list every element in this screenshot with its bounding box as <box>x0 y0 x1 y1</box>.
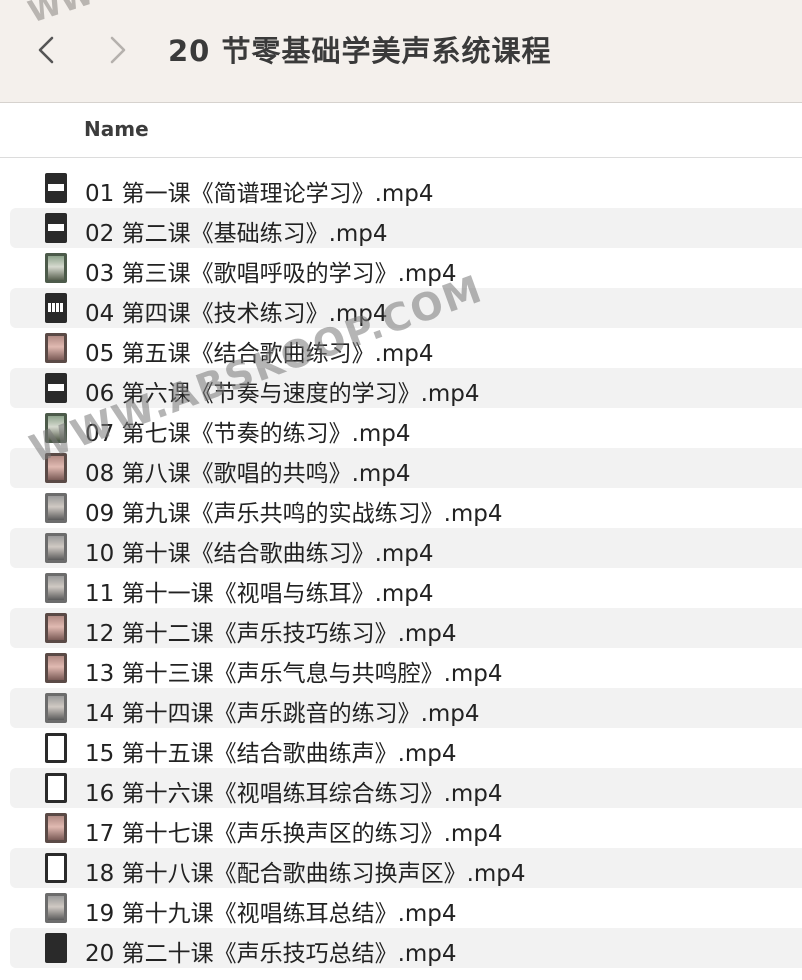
file-row[interactable]: 13 第十三课《声乐气息与共鸣腔》.mp4 <box>0 648 802 688</box>
file-row[interactable]: 17 第十七课《声乐换声区的练习》.mp4 <box>0 808 802 848</box>
video-file-icon <box>45 933 67 963</box>
back-button[interactable] <box>32 30 60 70</box>
chevron-right-icon <box>109 35 127 65</box>
file-row[interactable]: 05 第五课《结合歌曲练习》.mp4 <box>0 328 802 368</box>
video-file-icon <box>45 413 67 443</box>
video-file-icon <box>45 813 67 843</box>
video-file-icon <box>45 533 67 563</box>
file-name: 14 第十四课《声乐跳音的练习》.mp4 <box>85 701 480 727</box>
file-row[interactable]: 04 第四课《技术练习》.mp4 <box>0 288 802 328</box>
video-file-icon <box>45 573 67 603</box>
watermark-top: WW <box>24 0 98 31</box>
video-file-icon <box>45 893 67 923</box>
name-column-header[interactable]: Name <box>84 117 149 141</box>
file-row[interactable]: 10 第十课《结合歌曲练习》.mp4 <box>0 528 802 568</box>
video-file-icon <box>45 253 67 283</box>
file-name: 17 第十七课《声乐换声区的练习》.mp4 <box>85 821 503 847</box>
video-file-icon <box>45 213 67 243</box>
file-row[interactable]: 15 第十五课《结合歌曲练声》.mp4 <box>0 728 802 768</box>
video-file-icon <box>45 173 67 203</box>
file-name: 16 第十六课《视唱练耳综合练习》.mp4 <box>85 781 503 807</box>
file-row[interactable]: 03 第三课《歌唱呼吸的学习》.mp4 <box>0 248 802 288</box>
video-file-icon <box>45 293 67 323</box>
video-file-icon <box>45 853 67 883</box>
file-name: 12 第十二课《声乐技巧练习》.mp4 <box>85 621 457 647</box>
file-row[interactable]: 12 第十二课《声乐技巧练习》.mp4 <box>0 608 802 648</box>
file-name: 11 第十一课《视唱与练耳》.mp4 <box>85 581 434 607</box>
video-file-icon <box>45 773 67 803</box>
chevron-left-icon <box>37 35 55 65</box>
file-name: 03 第三课《歌唱呼吸的学习》.mp4 <box>85 261 457 287</box>
file-name: 18 第十八课《配合歌曲练习换声区》.mp4 <box>85 861 526 887</box>
file-name: 15 第十五课《结合歌曲练声》.mp4 <box>85 741 457 767</box>
file-name: 01 第一课《简谱理论学习》.mp4 <box>85 181 434 207</box>
file-row[interactable]: 19 第十九课《视唱练耳总结》.mp4 <box>0 888 802 928</box>
file-row[interactable]: 01 第一课《简谱理论学习》.mp4 <box>0 168 802 208</box>
window-toolbar: WW 20 节零基础学美声系统课程 <box>0 0 802 103</box>
file-name: 07 第七课《节奏的练习》.mp4 <box>85 421 411 447</box>
file-row[interactable]: 07 第七课《节奏的练习》.mp4 <box>0 408 802 448</box>
file-row[interactable]: 14 第十四课《声乐跳音的练习》.mp4 <box>0 688 802 728</box>
file-name: 06 第六课《节奏与速度的学习》.mp4 <box>85 381 480 407</box>
video-file-icon <box>45 453 67 483</box>
file-name: 09 第九课《声乐共鸣的实战练习》.mp4 <box>85 501 503 527</box>
file-name: 04 第四课《技术练习》.mp4 <box>85 301 388 327</box>
file-row[interactable]: 09 第九课《声乐共鸣的实战练习》.mp4 <box>0 488 802 528</box>
video-file-icon <box>45 373 67 403</box>
file-row[interactable]: 08 第八课《歌唱的共鸣》.mp4 <box>0 448 802 488</box>
video-file-icon <box>45 653 67 683</box>
file-name: 19 第十九课《视唱练耳总结》.mp4 <box>85 901 457 927</box>
file-row[interactable]: 06 第六课《节奏与速度的学习》.mp4 <box>0 368 802 408</box>
file-name: 10 第十课《结合歌曲练习》.mp4 <box>85 541 434 567</box>
file-name: 13 第十三课《声乐气息与共鸣腔》.mp4 <box>85 661 503 687</box>
file-name: 08 第八课《歌唱的共鸣》.mp4 <box>85 461 411 487</box>
video-file-icon <box>45 733 67 763</box>
file-name: 05 第五课《结合歌曲练习》.mp4 <box>85 341 434 367</box>
forward-button[interactable] <box>104 30 132 70</box>
window-title: 20 节零基础学美声系统课程 <box>168 34 552 68</box>
file-name: 20 第二十课《声乐技巧总结》.mp4 <box>85 941 457 967</box>
file-row[interactable]: 16 第十六课《视唱练耳综合练习》.mp4 <box>0 768 802 808</box>
list-header: Name <box>0 103 802 158</box>
video-file-icon <box>45 613 67 643</box>
file-name: 02 第二课《基础练习》.mp4 <box>85 221 388 247</box>
file-row[interactable]: 02 第二课《基础练习》.mp4 <box>0 208 802 248</box>
file-row[interactable]: 18 第十八课《配合歌曲练习换声区》.mp4 <box>0 848 802 888</box>
file-list: 01 第一课《简谱理论学习》.mp4 02 第二课《基础练习》.mp4 03 第三课… <box>0 168 802 968</box>
video-file-icon <box>45 333 67 363</box>
video-file-icon <box>45 493 67 523</box>
video-file-icon <box>45 693 67 723</box>
file-row[interactable]: 11 第十一课《视唱与练耳》.mp4 <box>0 568 802 608</box>
file-row[interactable]: 20 第二十课《声乐技巧总结》.mp4 <box>0 928 802 968</box>
